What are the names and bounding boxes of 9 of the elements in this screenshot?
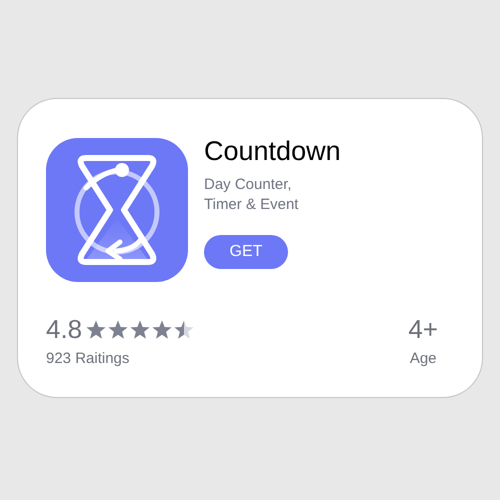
- app-name: Countdown: [204, 136, 341, 167]
- age-rating: 4+: [408, 314, 438, 345]
- rating-score: 4.8: [46, 314, 82, 345]
- get-button[interactable]: GET: [204, 235, 288, 269]
- ratings-count: 923 Raitings: [46, 350, 130, 367]
- hourglass-app-icon: [46, 138, 188, 282]
- app-subtitle: Day Counter,: [204, 175, 292, 195]
- app-subtitle: Timer & Event: [204, 195, 298, 215]
- age-label: Age: [410, 350, 437, 367]
